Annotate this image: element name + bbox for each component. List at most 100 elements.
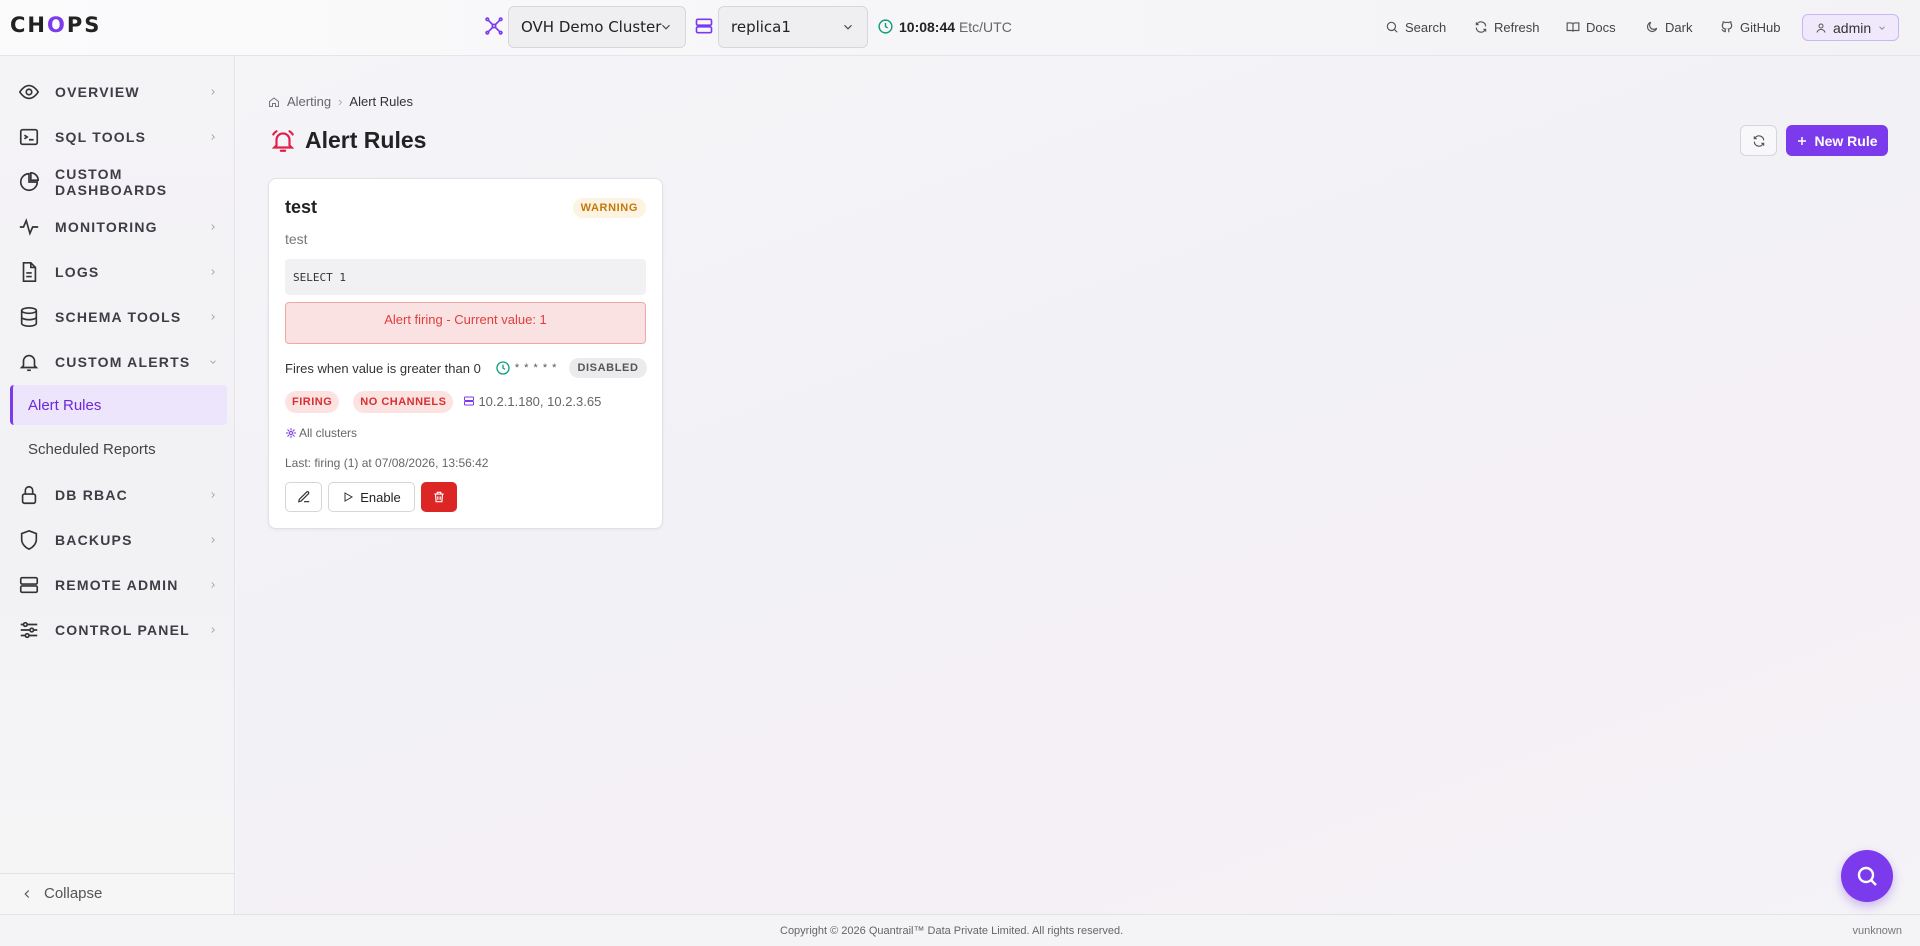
refresh-link[interactable]: Refresh — [1474, 17, 1540, 37]
dark-mode-toggle[interactable]: Dark — [1645, 17, 1692, 37]
top-bar: CHOPS OVH Demo Cluster replica1 10:08:44… — [0, 0, 1920, 56]
chevron-right-icon — [211, 269, 215, 275]
collapse-label: Collapse — [44, 885, 103, 902]
server-icon — [19, 576, 39, 594]
chevron-right-icon — [211, 582, 215, 588]
sidebar-item-label: OVERVIEW — [55, 84, 140, 100]
sidebar-item-monitoring[interactable]: MONITORING — [0, 207, 235, 247]
sidebar-item-label: REMOTE ADMIN — [55, 577, 179, 593]
file-text-icon — [22, 262, 37, 282]
terminal-icon — [19, 128, 39, 146]
github-icon — [1721, 21, 1733, 33]
refresh-rules-button[interactable] — [1740, 125, 1777, 156]
home-icon — [269, 96, 279, 107]
version-text: vunknown — [1852, 925, 1902, 937]
cluster-icon — [286, 428, 296, 438]
replica-select-value: replica1 — [731, 18, 791, 36]
breadcrumb-parent[interactable]: Alerting — [287, 94, 331, 109]
eye-icon — [18, 84, 40, 100]
alert-firing-message: Alert firing - Current value: 1 — [285, 302, 646, 344]
sidebar: OVERVIEW SQL TOOLS CUSTOM DASHBOARDS MON… — [0, 56, 235, 914]
sidebar-item-custom-alerts[interactable]: CUSTOM ALERTS — [0, 342, 235, 382]
cluster-select-value: OVH Demo Cluster — [521, 18, 662, 36]
sidebar-item-label: CONTROL PANEL — [55, 622, 190, 638]
rule-clusters: All clusters — [285, 426, 357, 440]
sidebar-item-label: BACKUPS — [55, 532, 133, 548]
replica-select[interactable]: replica1 — [718, 6, 868, 48]
new-rule-button[interactable]: New Rule — [1786, 125, 1888, 156]
rule-actions: Enable — [285, 482, 457, 512]
cluster-icon — [485, 17, 503, 35]
user-icon — [1816, 23, 1826, 33]
status-badge: DISABLED — [569, 358, 647, 378]
rule-name: test — [285, 197, 318, 217]
chevron-down-icon — [1879, 25, 1885, 30]
lock-icon — [21, 485, 37, 505]
chevron-right-icon — [211, 627, 215, 633]
chevron-down-icon — [662, 24, 670, 30]
chevron-right-icon — [211, 537, 215, 543]
rule-condition-row: Fires when value is greater than 0 * * *… — [285, 357, 647, 379]
moon-icon — [1647, 21, 1658, 32]
rule-condition: Fires when value is greater than 0 — [285, 360, 481, 376]
sidebar-collapse-button[interactable]: Collapse — [0, 873, 235, 913]
severity-badge: WARNING — [572, 198, 646, 218]
sidebar-item-label: CUSTOM ALERTS — [55, 354, 191, 370]
github-label: GitHub — [1740, 19, 1781, 35]
sidebar-item-backups[interactable]: BACKUPS — [0, 520, 235, 560]
enable-label: Enable — [360, 489, 401, 505]
server-clock: 10:08:44 Etc/UTC — [899, 19, 1012, 35]
firing-badge: FIRING — [285, 391, 340, 413]
sidebar-item-label: LOGS — [55, 264, 100, 280]
sliders-icon — [20, 621, 38, 639]
activity-icon — [19, 218, 39, 236]
search-link[interactable]: Search — [1385, 17, 1446, 37]
edit-icon — [297, 491, 309, 503]
enable-rule-button[interactable]: Enable — [328, 482, 415, 512]
cluster-select[interactable]: OVH Demo Cluster — [508, 6, 686, 48]
breadcrumb-current: Alert Rules — [349, 94, 413, 109]
github-link[interactable]: GitHub — [1720, 17, 1780, 37]
sidebar-subitem-alert-rules[interactable]: Alert Rules — [10, 385, 227, 425]
chevron-right-icon — [211, 314, 215, 320]
book-icon — [1566, 22, 1580, 32]
chevron-right-icon — [211, 134, 215, 140]
user-name: admin — [1833, 19, 1872, 36]
sidebar-item-db-rbac[interactable]: DB RBAC — [0, 475, 235, 515]
sidebar-item-overview[interactable]: OVERVIEW — [0, 72, 235, 112]
chevron-right-icon — [211, 89, 215, 95]
chevron-right-icon — [211, 492, 215, 498]
rule-schedule: * * * * * — [514, 362, 558, 374]
database-icon — [20, 307, 38, 327]
user-menu-button[interactable]: admin — [1802, 14, 1899, 41]
sidebar-item-custom-dashboards[interactable]: CUSTOM DASHBOARDS — [0, 162, 235, 202]
trash-icon — [434, 491, 444, 503]
breadcrumb: Alerting › Alert Rules — [268, 94, 413, 109]
play-icon — [344, 492, 354, 502]
search-label: Search — [1405, 19, 1447, 35]
channels-badge: NO CHANNELS — [353, 391, 454, 413]
clock-icon — [878, 19, 893, 34]
app-logo[interactable]: CHOPS — [10, 13, 101, 37]
rule-query: SELECT 1 — [285, 259, 646, 295]
delete-rule-button[interactable] — [421, 482, 457, 512]
sidebar-item-schema-tools[interactable]: SCHEMA TOOLS — [0, 297, 235, 337]
bell-icon — [19, 354, 39, 372]
bell-alert-icon — [271, 130, 295, 152]
sidebar-item-sql-tools[interactable]: SQL TOOLS — [0, 117, 235, 157]
chevron-down-icon — [844, 24, 852, 30]
docs-link[interactable]: Docs — [1566, 17, 1616, 37]
sidebar-item-control-panel[interactable]: CONTROL PANEL — [0, 610, 235, 650]
sidebar-subitem-scheduled-reports[interactable]: Scheduled Reports — [10, 429, 227, 469]
sidebar-item-logs[interactable]: LOGS — [0, 252, 235, 292]
breadcrumb-separator: › — [338, 94, 343, 109]
alert-firing-text: Alert firing - Current value: 1 — [384, 311, 547, 327]
copyright-text: Copyright © 2026 Quantrail™ Data Private… — [780, 925, 1124, 937]
search-fab-button[interactable] — [1841, 850, 1893, 902]
sidebar-item-remote-admin[interactable]: REMOTE ADMIN — [0, 565, 235, 605]
search-icon — [1386, 21, 1398, 33]
edit-rule-button[interactable] — [285, 482, 322, 512]
footer: Copyright © 2026 Quantrail™ Data Private… — [0, 914, 1920, 946]
rule-last-fired: Last: firing (1) at 07/08/2026, 13:56:42 — [285, 456, 489, 470]
sidebar-item-label: MONITORING — [55, 219, 158, 235]
